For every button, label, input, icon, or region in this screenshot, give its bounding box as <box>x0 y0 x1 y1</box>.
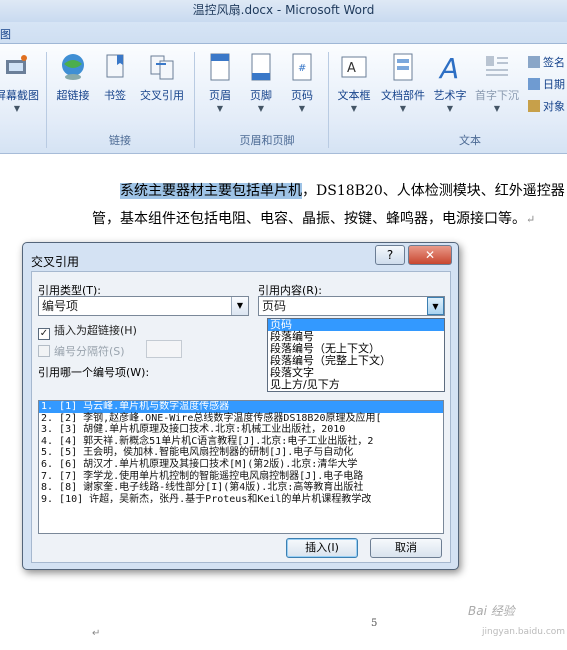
signature-line-button[interactable]: 签名 <box>528 54 565 70</box>
signature-icon <box>528 56 540 68</box>
list-item[interactable]: 4. [4] 郭天祥.新概念51单片机C语言教程[J].北京:电子工业出版社，2 <box>39 436 443 448</box>
reference-content-select[interactable]: 页码 ▼ <box>258 296 445 316</box>
page-number-button[interactable]: # 页码 ▼ <box>285 52 319 113</box>
list-item[interactable]: 6. [6] 胡汉才.单片机原理及其接口技术[M](第2版).北京:清华大学 <box>39 459 443 471</box>
ribbon: 屏幕截图 ▼ 超链接 书签 交叉引用 链接 页眉 ▼ 页脚 ▼ # 页码 ▼ 页… <box>0 44 567 154</box>
which-item-label: 引用哪一个编号项(W): <box>38 366 150 379</box>
checkbox-box[interactable] <box>38 345 50 357</box>
chevron-down-icon: ▼ <box>446 104 454 113</box>
screenshot-icon <box>6 55 27 74</box>
header-icon <box>210 53 230 81</box>
list-item[interactable]: 7. [7] 李学龙.使用单片机控制的智能遥控电风扇控制器[J].电子电路 <box>39 471 443 483</box>
chevron-down-icon: ▼ <box>298 104 306 113</box>
object-button[interactable]: 对象 <box>528 98 565 114</box>
ribbon-tab-row: 图 <box>0 22 567 44</box>
paragraph-mark: ↵ <box>92 628 101 639</box>
window-title: 温控风扇.docx - Microsoft Word <box>0 0 567 22</box>
insert-button[interactable]: 插入(I) <box>286 538 358 558</box>
svg-text:A: A <box>347 61 356 76</box>
chevron-down-icon: ▼ <box>350 104 358 113</box>
document-parts-icon <box>393 53 413 81</box>
svg-text:#: # <box>298 63 306 74</box>
group-divider <box>194 52 195 148</box>
number-separator-checkbox[interactable]: 编号分隔符(S) <box>38 343 125 359</box>
dialog-body: 引用类型(T): 编号项 ▼ 引用内容(R): 页码 ▼ ✓ 插入为超链接(H) … <box>31 271 451 563</box>
list-item[interactable]: 1. [1] 马云峰.单片机与数字温度传感器 <box>39 401 443 413</box>
wordart-button[interactable]: A 艺术字 ▼ <box>430 52 470 113</box>
screenshot-button[interactable]: 屏幕截图 ▼ <box>0 52 40 113</box>
chevron-down-icon: ▼ <box>399 104 407 113</box>
list-item[interactable]: 3. [3] 胡健.单片机原理及接口技术.北京:机械工业出版社，2010 <box>39 424 443 436</box>
cross-reference-button[interactable]: 交叉引用 <box>137 52 187 103</box>
group-divider <box>328 52 329 148</box>
dropdown-option[interactable]: 见上方/见下方 <box>268 379 444 391</box>
group-label-links: 链接 <box>109 134 131 147</box>
list-item[interactable]: 2. [2] 李钢,赵彦峰.ONE-Wire总线数字温度传感器DS18B20原理… <box>39 413 443 425</box>
chevron-down-icon: ▼ <box>257 104 265 113</box>
list-item[interactable]: 8. [8] 谢家奎.电子线路-线性部分[I](第4版).北京:高等教育出版社 <box>39 482 443 494</box>
textbox-button[interactable]: A 文本框 ▼ <box>334 52 374 113</box>
textbox-icon: A <box>341 56 367 78</box>
chevron-down-icon[interactable]: ▼ <box>427 297 444 315</box>
globe-link-icon <box>62 54 84 80</box>
cross-reference-icon <box>150 55 174 80</box>
chevron-down-icon[interactable]: ▼ <box>231 297 248 315</box>
chevron-down-icon: ▼ <box>493 104 501 113</box>
bookmark-button[interactable]: 书签 <box>100 52 130 103</box>
number-separator-input[interactable] <box>146 340 182 358</box>
paragraph-line-1: 系统主要器材主要包括单片机，DS18B20、人体检测模块、红外遥控器 <box>120 183 565 199</box>
drop-cap-icon <box>486 56 508 76</box>
page-number: 5 <box>371 618 378 629</box>
insert-hyperlink-checkbox[interactable]: ✓ 插入为超链接(H) <box>38 322 137 340</box>
selected-text: 系统主要器材主要包括单片机 <box>120 183 302 199</box>
object-icon <box>528 100 540 112</box>
help-button[interactable]: ? <box>375 245 405 265</box>
watermark-logo: Bai 经验 <box>468 604 515 618</box>
cross-reference-dialog: 交叉引用 ? ✕ 引用类型(T): 编号项 ▼ 引用内容(R): 页码 ▼ ✓ 插… <box>22 242 459 570</box>
group-label-header-footer: 页眉和页脚 <box>239 134 295 147</box>
ribbon-tab-insert[interactable]: 图 <box>0 26 11 42</box>
group-divider <box>46 52 47 148</box>
chevron-down-icon: ▼ <box>216 104 224 113</box>
page-number-icon: # <box>292 53 312 81</box>
paragraph-line-2: 管，基本组件还包括电阻、电容、晶振、按键、蜂鸣器，电源接口等。↵ <box>92 211 536 227</box>
numbered-items-list[interactable]: 1. [1] 马云峰.单片机与数字温度传感器 2. [2] 李钢,赵彦峰.ONE… <box>38 400 444 534</box>
footer-icon <box>251 53 271 81</box>
list-item[interactable]: 5. [5] 王会明，侯加林.智能电风扇控制器的研制[J].电子与自动化 <box>39 447 443 459</box>
watermark-url: jingyan.baidu.com <box>482 627 566 637</box>
group-label-text: 文本 <box>459 134 481 147</box>
check-icon[interactable]: ✓ <box>38 328 50 340</box>
wordart-icon: A <box>438 52 459 82</box>
chevron-down-icon: ▼ <box>13 104 21 113</box>
svg-text:A: A <box>438 52 459 82</box>
footer-button[interactable]: 页脚 ▼ <box>244 52 278 113</box>
dialog-title: 交叉引用 <box>31 255 80 269</box>
reference-content-dropdown[interactable]: 页码 段落编号 段落编号（无上下文） 段落编号（完整上下文） 段落文字 见上方/… <box>267 318 445 392</box>
hyperlink-button[interactable]: 超链接 <box>54 52 92 103</box>
header-button[interactable]: 页眉 ▼ <box>203 52 237 113</box>
list-item[interactable]: 9. [10] 许超，吴新杰，张丹.基于Proteus和Keil的单片机课程教学… <box>39 494 443 506</box>
reference-type-select[interactable]: 编号项 ▼ <box>38 296 249 316</box>
paragraph-mark: ↵ <box>526 213 536 226</box>
cancel-button[interactable]: 取消 <box>370 538 442 558</box>
calendar-icon <box>528 78 540 90</box>
document-parts-button[interactable]: 文档部件 ▼ <box>378 52 428 113</box>
date-time-button[interactable]: 日期 <box>528 76 565 92</box>
close-button[interactable]: ✕ <box>408 245 452 265</box>
drop-cap-button[interactable]: 首字下沉 ▼ <box>472 52 522 113</box>
bookmark-icon <box>106 54 124 78</box>
